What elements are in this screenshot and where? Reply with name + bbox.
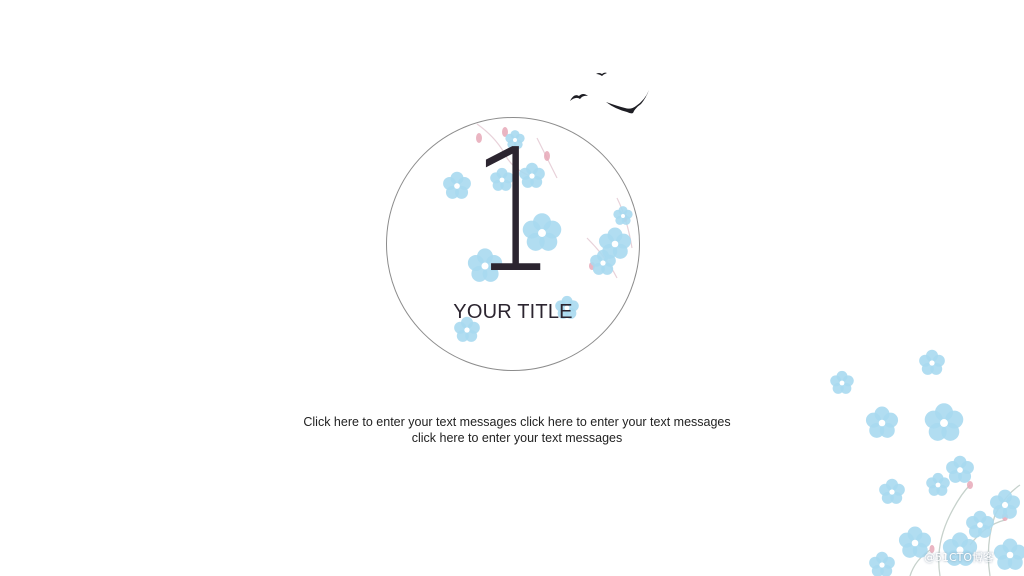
slide: 1 YOUR TITLE Click here to enter your te… — [0, 0, 1024, 576]
flower-icon — [919, 349, 945, 375]
bird-icon — [606, 90, 649, 114]
flower-icon — [966, 510, 994, 538]
flower-icon — [879, 478, 905, 504]
section-title[interactable]: YOUR TITLE — [411, 300, 615, 324]
section-number: 1 — [471, 113, 555, 311]
birds-decoration — [570, 72, 649, 114]
bird-icon — [596, 72, 607, 76]
watermark: @51CTO博客 — [924, 551, 995, 564]
flower-icon — [865, 406, 899, 438]
corner-flowers-decoration — [830, 349, 1024, 576]
flower-icon — [869, 551, 895, 576]
flower-icon — [926, 472, 950, 496]
bird-icon — [570, 94, 588, 101]
flower-icon — [993, 538, 1024, 570]
body-text-placeholder[interactable]: Click here to enter your text messages c… — [292, 414, 742, 446]
flower-icon — [830, 370, 854, 394]
flower-icon — [990, 489, 1020, 519]
flower-icon — [924, 403, 964, 441]
flower-icon — [946, 455, 974, 483]
